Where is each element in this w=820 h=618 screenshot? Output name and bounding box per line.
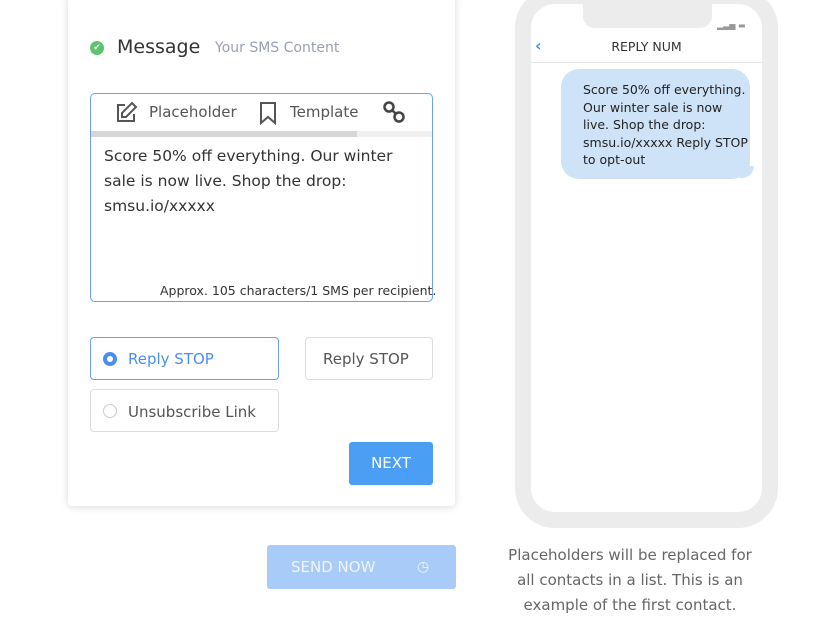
placeholder-button[interactable]: Placeholder bbox=[149, 103, 237, 121]
editor-scrollbar-thumb[interactable] bbox=[91, 131, 357, 137]
next-button[interactable]: NEXT bbox=[349, 442, 433, 485]
check-icon: ✔ bbox=[90, 41, 104, 55]
contact-name: REPLY NUM bbox=[611, 39, 682, 54]
optout-text-input[interactable]: Reply STOP bbox=[305, 337, 433, 380]
message-bubble: Score 50% off everything. Our winter sal… bbox=[561, 69, 750, 179]
message-text[interactable]: Score 50% off everything. Our winter sal… bbox=[104, 144, 426, 219]
step-title: Message bbox=[117, 36, 201, 58]
step-subtitle: Your SMS Content bbox=[215, 40, 340, 56]
link-icon[interactable] bbox=[382, 100, 406, 124]
radio-reply-stop[interactable]: Reply STOP bbox=[90, 337, 279, 380]
radio-button[interactable] bbox=[103, 404, 117, 418]
edit-icon[interactable] bbox=[114, 101, 138, 125]
character-counter: Approx. 105 characters/1 SMS per recipie… bbox=[160, 283, 437, 298]
radio-label: Unsubscribe Link bbox=[128, 403, 256, 421]
phone-notch bbox=[583, 0, 712, 28]
signal-battery-icon: ▂▃▅ ▬ bbox=[717, 21, 746, 30]
optout-text-value[interactable]: Reply STOP bbox=[323, 350, 409, 368]
radio-label: Reply STOP bbox=[128, 350, 214, 368]
radio-unsubscribe-link[interactable]: Unsubscribe Link bbox=[90, 389, 279, 432]
template-button[interactable]: Template bbox=[290, 103, 358, 121]
send-now-button[interactable]: SEND NOW ◷ bbox=[267, 545, 456, 589]
radio-button[interactable] bbox=[103, 352, 117, 366]
phone-header-divider bbox=[531, 62, 762, 63]
preview-caption: Placeholders will be replaced for all co… bbox=[508, 546, 752, 614]
bookmark-icon[interactable] bbox=[258, 101, 278, 125]
clock-icon: ◷ bbox=[417, 559, 430, 575]
send-now-label: SEND NOW bbox=[291, 558, 376, 576]
